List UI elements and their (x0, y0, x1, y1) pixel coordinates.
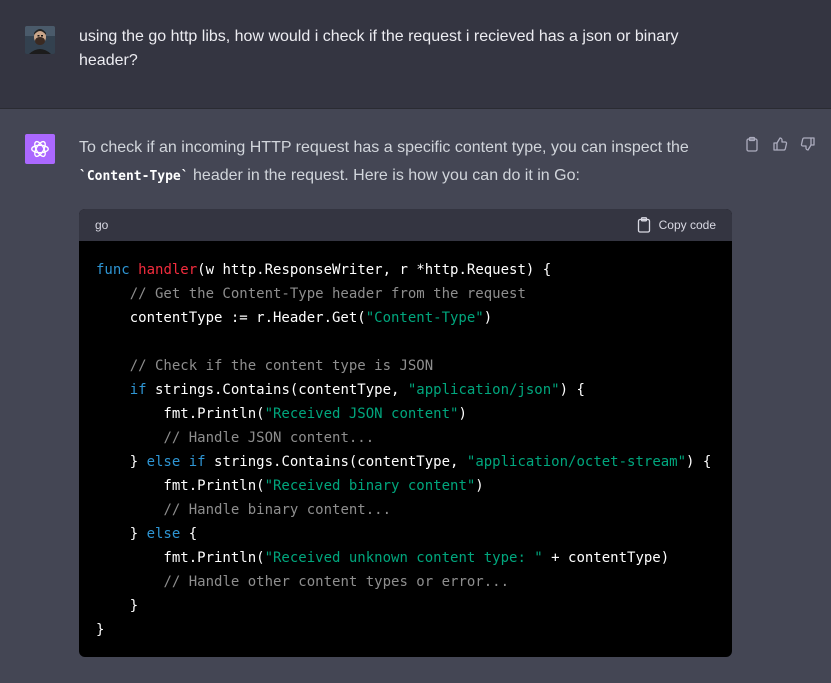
code-token: if (129, 382, 147, 398)
code-line: } else { (96, 522, 715, 546)
code-token: "Received binary content" (264, 478, 476, 494)
code-line: // Handle other content types or error..… (96, 570, 715, 594)
code-token: ) (458, 406, 467, 422)
code-token: // Handle JSON content... (163, 430, 375, 446)
code-line: } (96, 618, 715, 642)
code-token: { (180, 526, 198, 542)
copy-code-label: Copy code (658, 218, 716, 232)
code-token: contentType := r.Header.Get( (96, 310, 366, 326)
code-line: fmt.Println("Received JSON content") (96, 402, 715, 426)
code-token: // Get the Content-Type header from the … (129, 286, 526, 302)
code-token: ) (475, 478, 484, 494)
openai-logo-icon (31, 140, 49, 158)
user-message-text: using the go http libs, how would i chec… (79, 28, 679, 69)
code-block-header: go Copy code (79, 209, 732, 241)
code-line: if strings.Contains(contentType, "applic… (96, 378, 715, 402)
code-token: else (146, 526, 181, 542)
code-content[interactable]: func handler(w http.ResponseWriter, r *h… (79, 241, 732, 657)
code-line: func handler(w http.ResponseWriter, r *h… (96, 258, 715, 282)
answer-intro-part1: To check if an incoming HTTP request has… (79, 139, 689, 156)
code-token: // Handle other content types or error..… (163, 574, 510, 590)
code-line: // Handle binary content... (96, 498, 715, 522)
code-token: fmt.Println( (96, 550, 265, 566)
user-avatar (25, 26, 55, 54)
code-token: fmt.Println( (96, 406, 265, 422)
code-token: strings.Contains(contentType, (146, 382, 408, 398)
assistant-message-row: To check if an incoming HTTP request has… (0, 109, 831, 683)
code-token: "application/octet-stream" (466, 454, 687, 470)
code-token: } (96, 454, 147, 470)
code-token: (w http.ResponseWriter, r *http.Request)… (197, 262, 552, 278)
thumbs-up-icon[interactable] (772, 136, 788, 152)
code-token: handler (138, 262, 198, 278)
code-block: go Copy code func handler(w http.Respons… (79, 209, 732, 657)
code-token: else (146, 454, 181, 470)
code-line: // Handle JSON content... (96, 426, 715, 450)
code-line: // Check if the content type is JSON (96, 354, 715, 378)
code-token: ) { (686, 454, 712, 470)
code-token: fmt.Println( (96, 478, 265, 494)
inline-code-content-type: `Content-Type` (79, 169, 189, 184)
code-token: // Handle binary content... (163, 502, 392, 518)
assistant-answer-text: To check if an incoming HTTP request has… (79, 134, 719, 191)
code-line: // Get the Content-Type header from the … (96, 282, 715, 306)
copy-code-button[interactable]: Copy code (637, 217, 716, 233)
code-token: } (96, 598, 139, 614)
code-language-label: go (95, 218, 109, 232)
thumbs-down-icon[interactable] (800, 136, 816, 152)
message-actions (744, 136, 816, 152)
code-token: // Check if the content type is JSON (129, 358, 434, 374)
code-token: ) { (559, 382, 585, 398)
code-token: func (96, 262, 130, 278)
code-token: strings.Contains(contentType, (205, 454, 467, 470)
code-token: ) (483, 310, 493, 326)
code-line: fmt.Println("Received binary content") (96, 474, 715, 498)
code-token: if (188, 454, 206, 470)
code-line: contentType := r.Header.Get("Content-Typ… (96, 306, 715, 330)
code-line: } (96, 594, 715, 618)
user-photo-icon (25, 26, 55, 54)
code-token: } (96, 526, 147, 542)
clipboard-icon (637, 217, 650, 233)
code-token: "Received JSON content" (264, 406, 459, 422)
code-line: fmt.Println("Received unknown content ty… (96, 546, 715, 570)
code-token: "Content-Type" (365, 310, 484, 326)
clipboard-icon[interactable] (744, 136, 760, 152)
code-token: "application/json" (407, 382, 560, 398)
code-token: + contentType) (542, 550, 670, 566)
code-token: } (96, 622, 105, 638)
user-message-row: using the go http libs, how would i chec… (0, 0, 831, 109)
code-token: "Received unknown content type: " (264, 550, 543, 566)
assistant-avatar (25, 134, 55, 164)
code-line: } else if strings.Contains(contentType, … (96, 450, 715, 474)
answer-intro-part2: header in the request. Here is how you c… (188, 167, 580, 184)
